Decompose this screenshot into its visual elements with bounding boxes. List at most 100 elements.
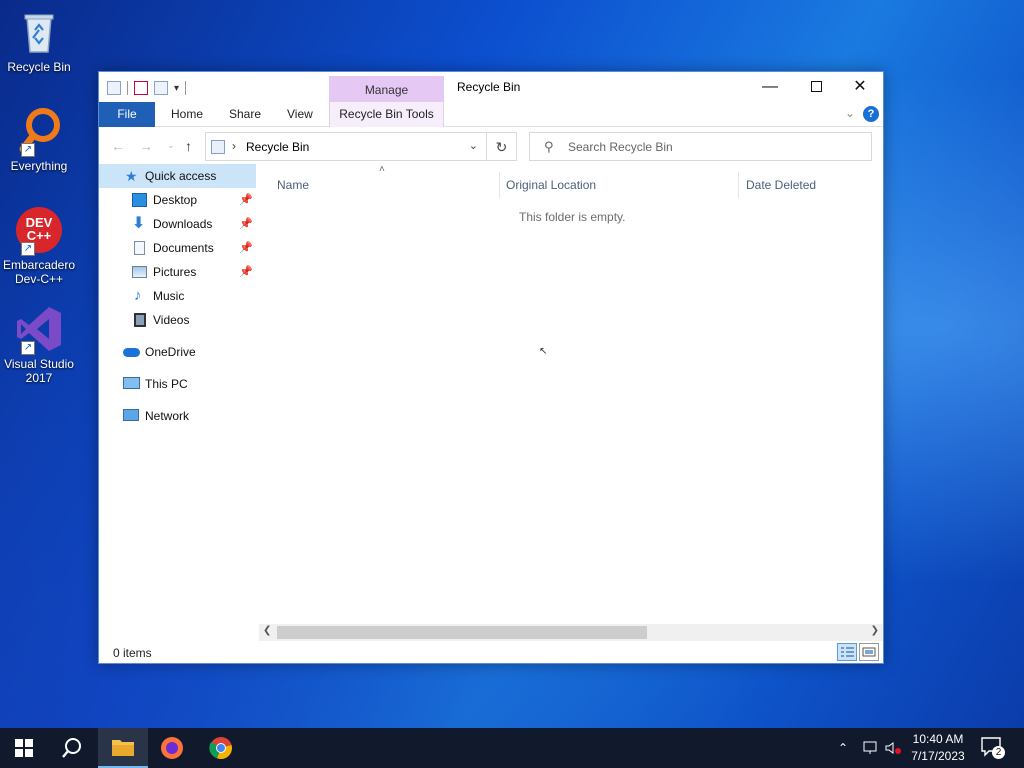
search-icon [62,738,81,758]
forward-arrow-icon[interactable]: → [139,138,153,154]
column-divider[interactable] [738,172,739,198]
large-icons-view-button[interactable] [859,643,879,661]
sidebar-item-label: Pictures [153,265,197,279]
maximize-button[interactable] [793,72,839,102]
tab-view[interactable]: View [275,102,325,127]
column-header-original-location[interactable]: Original Location [506,174,596,196]
window-title: Recycle Bin [457,80,521,94]
quick-access-toolbar: ▾ [107,80,187,96]
start-button[interactable] [0,728,48,768]
system-clock[interactable]: 10:40 AM 7/17/2023 [900,731,976,765]
sidebar-item-documents[interactable]: Documents 📌 [99,236,257,260]
pin-icon[interactable]: 📌 [239,188,253,212]
chrome-taskbar-button[interactable] [197,728,245,768]
back-arrow-icon[interactable]: ← [111,138,125,154]
pin-icon[interactable]: 📌 [239,236,253,260]
dev-cpp-icon: DEV C++ ↗ [15,206,63,256]
navigation-bar: ← → ⌄ ↑ › Recycle Bin ⌄ ↻ ⚲ [99,128,883,164]
scrollbar-thumb[interactable] [277,626,647,639]
address-bar[interactable]: › Recycle Bin ⌄ [205,132,487,161]
expand-ribbon-chevron-icon[interactable]: ⌄ [845,106,855,120]
sidebar-item-this-pc[interactable]: This PC [99,372,257,396]
sidebar-item-music[interactable]: ♪ Music [99,284,257,308]
tab-share[interactable]: Share [217,102,273,127]
network-icon [123,409,139,421]
action-center-button[interactable]: 2 [980,736,1006,760]
details-view-icon [841,647,854,657]
document-icon [134,241,145,255]
desktop-icon-everything[interactable]: ↗ Everything [2,107,76,173]
sidebar-item-onedrive[interactable]: OneDrive [99,340,257,364]
desktop-icon-label: Visual Studio 2017 [4,357,74,385]
scroll-left-arrow-icon[interactable]: ❮ [263,625,271,636]
tab-home[interactable]: Home [159,102,215,127]
windows-logo-icon [15,739,33,757]
qat-separator [127,81,128,95]
network-tray-icon[interactable] [862,728,880,768]
column-divider[interactable] [499,172,500,198]
column-header-name[interactable]: Name [277,174,309,196]
details-view-button[interactable] [837,643,857,661]
minimize-button[interactable]: — [747,72,793,102]
qat-customize-chevron-icon[interactable]: ▾ [174,83,179,94]
search-icon: ⚲ [544,139,554,154]
pin-icon[interactable]: 📌 [239,212,253,236]
folder-icon [112,740,134,756]
desktop-icon-label: Embarcadero Dev-C++ [2,258,76,286]
desktop-icon-visual-studio[interactable]: ↗ Visual Studio 2017 [2,305,76,385]
pin-icon[interactable]: 📌 [239,260,253,284]
download-arrow-icon: ⬇ [132,215,146,232]
desktop-icon-label: Recycle Bin [7,60,71,74]
file-explorer-taskbar-button[interactable] [98,728,148,768]
up-arrow-icon[interactable]: ↑ [185,138,192,154]
breadcrumb-recycle-bin[interactable]: Recycle Bin [246,140,309,154]
sidebar-item-network[interactable]: Network [99,404,257,428]
search-box[interactable]: ⚲ [529,132,872,161]
properties-icon[interactable] [134,81,148,95]
search-input[interactable] [568,137,858,157]
help-icon[interactable]: ? [863,106,879,122]
desktop-icon-recycle-bin[interactable]: Recycle Bin [2,8,76,74]
cloud-icon [123,348,140,357]
sidebar-item-label: Desktop [153,193,198,207]
desktop-icon-dev-cpp[interactable]: DEV C++ ↗ Embarcadero Dev-C++ [2,206,76,286]
sidebar-item-quick-access[interactable]: ★ Quick access [99,164,256,188]
navigation-pane: ★ Quick access Desktop 📌 ⬇ Downloads 📌 D… [99,164,257,634]
column-header-date-deleted[interactable]: Date Deleted [746,174,816,196]
sidebar-item-label: Videos [153,313,190,327]
recent-locations-chevron-icon[interactable]: ⌄ [167,140,175,151]
taskbar: ⌃ 10:40 AM 7/17/2023 2 [0,728,1024,768]
star-icon: ★ [125,168,138,184]
search-taskbar-button[interactable] [48,728,96,768]
recycle-bin-icon [15,8,63,56]
title-bar[interactable]: ▾ Manage Recycle Bin — ✕ [99,72,883,102]
everything-magnifier-icon: ↗ [15,107,63,157]
sidebar-item-pictures[interactable]: Pictures 📌 [99,260,257,284]
horizontal-scrollbar[interactable]: ❮ ❯ [259,624,883,641]
empty-folder-message: This folder is empty. [519,210,626,224]
clock-time: 10:40 AM [912,732,964,746]
new-folder-icon[interactable] [154,81,168,95]
address-dropdown-chevron-icon[interactable]: ⌄ [469,139,478,152]
music-note-icon: ♪ [134,287,142,304]
sort-ascending-chevron-icon: ˄ [379,164,385,175]
sidebar-item-videos[interactable]: Videos [99,308,257,332]
breadcrumb-chevron-icon[interactable]: › [232,139,236,153]
sidebar-item-desktop[interactable]: Desktop 📌 [99,188,257,212]
sidebar-item-label: OneDrive [145,345,196,359]
tab-recycle-bin-tools[interactable]: Recycle Bin Tools [329,102,444,127]
recycle-bin-small-icon [107,81,121,95]
close-button[interactable]: ✕ [837,72,883,102]
file-list-pane[interactable]: ˄ Name Original Location Date Deleted Th… [259,164,883,634]
sidebar-item-downloads[interactable]: ⬇ Downloads 📌 [99,212,257,236]
manage-contextual-tab-group: Manage [329,76,444,102]
tab-file[interactable]: File [99,102,155,127]
firefox-taskbar-button[interactable] [148,728,196,768]
firefox-icon [161,737,183,759]
qat-separator [185,81,187,95]
computer-icon [123,377,140,389]
shortcut-arrow-icon: ↗ [21,143,35,157]
show-hidden-icons-chevron-icon[interactable]: ⌃ [838,728,854,768]
scroll-right-arrow-icon[interactable]: ❯ [871,625,879,636]
refresh-button[interactable]: ↻ [487,132,517,161]
